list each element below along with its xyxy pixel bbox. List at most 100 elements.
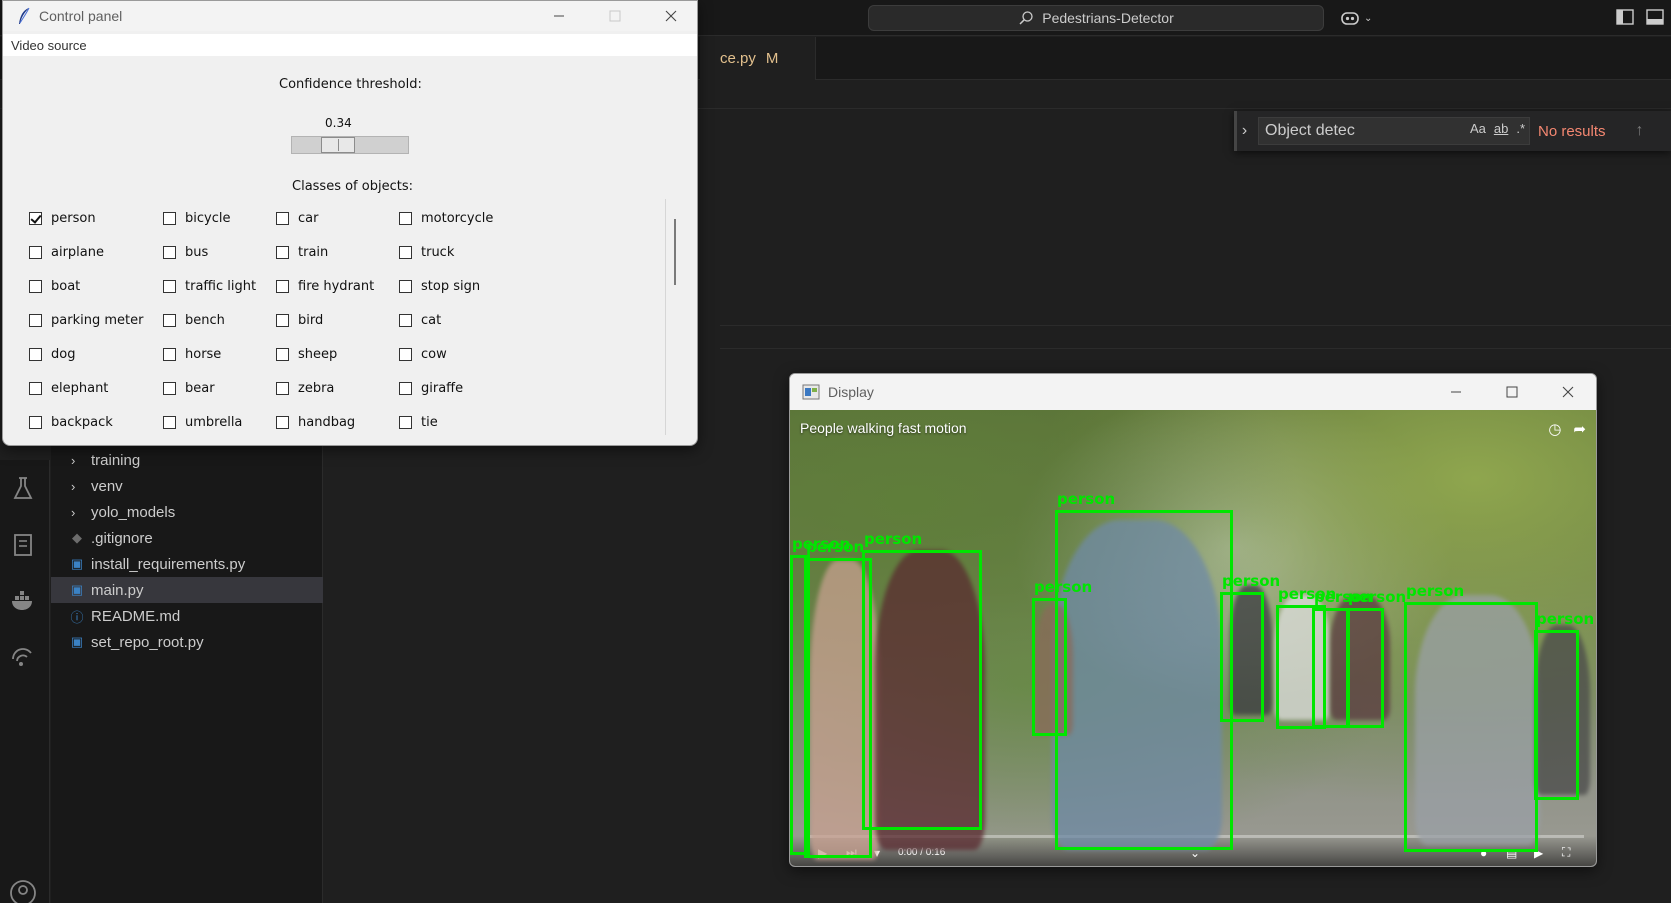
explorer-item[interactable]: ▣ set_repo_root.py [51, 629, 323, 655]
checkbox-box[interactable] [29, 279, 42, 293]
class-checkbox[interactable]: motorcycle [399, 208, 493, 228]
find-input[interactable]: Object detec Aa ab .* [1258, 117, 1530, 145]
confidence-slider[interactable] [291, 136, 409, 154]
class-checkbox[interactable]: cat [399, 310, 441, 330]
checkbox-box[interactable] [29, 347, 42, 361]
minimize-button[interactable] [1428, 374, 1484, 410]
checkbox-box[interactable] [163, 245, 176, 259]
class-checkbox[interactable]: train [276, 242, 328, 262]
class-checkbox[interactable]: bench [163, 310, 225, 330]
class-checkbox[interactable]: person [29, 208, 96, 228]
checkbox-box[interactable] [163, 381, 176, 395]
checkbox-box[interactable] [29, 381, 42, 395]
maximize-button[interactable] [587, 1, 643, 31]
toggle-panel-button[interactable] [1644, 6, 1666, 28]
editor-tab[interactable]: ce.py M [700, 37, 816, 80]
checkbox-box[interactable] [276, 245, 289, 259]
explorer-item[interactable]: ⓘ README.md [51, 603, 323, 629]
class-checkbox[interactable]: handbag [276, 412, 355, 432]
checkbox-box[interactable] [276, 381, 289, 395]
display-titlebar[interactable]: Display [790, 374, 1596, 410]
class-checkbox[interactable]: stop sign [399, 276, 480, 296]
explorer-item-label: set_repo_root.py [91, 633, 204, 651]
class-checkbox[interactable]: bird [276, 310, 323, 330]
class-checkbox[interactable]: backpack [29, 412, 113, 432]
panel-divider [720, 348, 1671, 349]
checkbox-box[interactable] [399, 347, 412, 361]
python-file-icon: ▣ [70, 556, 84, 571]
class-checkbox[interactable]: elephant [29, 378, 108, 398]
checkbox-box[interactable] [399, 279, 412, 293]
class-checkbox[interactable]: zebra [276, 378, 334, 398]
explorer-item[interactable]: ▣ main.py [51, 577, 323, 603]
explorer-item[interactable]: › venv [51, 473, 323, 499]
match-case-toggle[interactable]: Aa [1470, 121, 1486, 136]
checkbox-box[interactable] [399, 313, 412, 327]
class-checkbox[interactable]: boat [29, 276, 80, 296]
class-checkbox[interactable]: sheep [276, 344, 337, 364]
previous-match-button[interactable]: ↑ [1636, 122, 1644, 140]
minimize-icon [554, 15, 564, 17]
checkbox-box[interactable] [399, 415, 412, 429]
explorer-item[interactable]: › training [51, 447, 323, 473]
toggle-sidebar-button[interactable] [1614, 6, 1636, 28]
maximize-button[interactable] [1484, 374, 1540, 410]
checkbox-box[interactable] [276, 347, 289, 361]
account-icon[interactable] [8, 878, 38, 903]
video-frame[interactable]: People walking fast motion ◷ ➦ ▶ ⏭ ▾ 0:0… [790, 410, 1596, 866]
command-center[interactable]: Pedestrians-Detector [868, 5, 1324, 31]
live-share-icon[interactable] [8, 642, 38, 672]
checkbox-box[interactable] [29, 313, 42, 327]
close-button[interactable] [643, 1, 697, 31]
explorer-item[interactable]: ▣ install_requirements.py [51, 551, 323, 577]
class-checkbox[interactable]: cow [399, 344, 447, 364]
class-checkbox[interactable]: fire hydrant [276, 276, 374, 296]
class-checkbox[interactable]: dog [29, 344, 75, 364]
class-checkbox[interactable]: parking meter [29, 310, 143, 330]
video-caption: People walking fast motion [800, 420, 967, 436]
checkbox-box[interactable] [276, 313, 289, 327]
class-checkbox[interactable]: umbrella [163, 412, 242, 432]
checkbox-box[interactable] [29, 415, 42, 429]
checkbox-box[interactable] [276, 415, 289, 429]
slider-thumb[interactable] [321, 137, 355, 153]
explorer-item[interactable]: ◆ .gitignore [51, 525, 323, 551]
checkbox-box[interactable] [29, 245, 42, 259]
remote-explorer-icon[interactable] [8, 530, 38, 560]
class-checkbox[interactable]: tie [399, 412, 438, 432]
minimize-button[interactable] [531, 1, 587, 31]
control-panel-titlebar[interactable]: Control panel [3, 1, 697, 31]
copilot-button[interactable]: ⌄ [1340, 6, 1372, 30]
class-checkbox[interactable]: horse [163, 344, 221, 364]
menu-video-source[interactable]: Video source [11, 38, 87, 53]
class-checkbox[interactable]: traffic light [163, 276, 256, 296]
checkbox-box[interactable] [29, 211, 42, 225]
checkbox-box[interactable] [163, 347, 176, 361]
fullscreen-icon[interactable]: ⛶ [1562, 845, 1570, 860]
detection-label: person [1406, 582, 1465, 600]
class-checkbox[interactable]: bicycle [163, 208, 230, 228]
docker-icon[interactable] [8, 586, 38, 616]
checkbox-box[interactable] [399, 381, 412, 395]
checkbox-box[interactable] [276, 279, 289, 293]
checkbox-box[interactable] [163, 211, 176, 225]
class-checkbox[interactable]: truck [399, 242, 454, 262]
class-checkbox[interactable]: bear [163, 378, 215, 398]
class-checkbox[interactable]: car [276, 208, 318, 228]
close-button[interactable] [1540, 374, 1596, 410]
checkbox-box[interactable] [276, 211, 289, 225]
checkbox-box[interactable] [163, 279, 176, 293]
class-checkbox[interactable]: bus [163, 242, 208, 262]
checkbox-box[interactable] [163, 415, 176, 429]
toggle-replace-button[interactable]: › [1234, 111, 1252, 151]
regex-toggle[interactable]: .* [1516, 121, 1525, 136]
checkbox-box[interactable] [399, 211, 412, 225]
class-checkbox[interactable]: airplane [29, 242, 104, 262]
testing-icon[interactable] [8, 474, 38, 504]
checkbox-box[interactable] [399, 245, 412, 259]
checkbox-box[interactable] [163, 313, 176, 327]
class-checkbox[interactable]: giraffe [399, 378, 463, 398]
scrollbar-thumb[interactable] [674, 219, 676, 285]
whole-word-toggle[interactable]: ab [1494, 121, 1508, 136]
explorer-item[interactable]: › yolo_models [51, 499, 323, 525]
